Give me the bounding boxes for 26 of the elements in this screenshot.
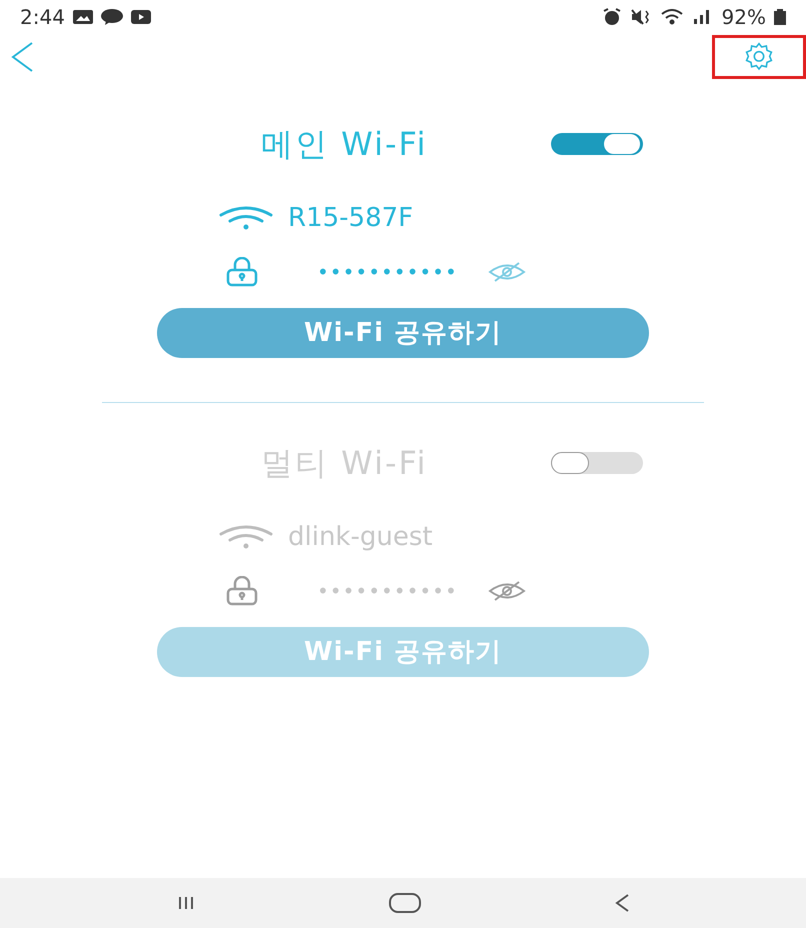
- hidden-eye-icon[interactable]: [487, 261, 527, 283]
- share-wifi-button[interactable]: Wi-Fi 공유하기: [157, 308, 649, 358]
- hidden-eye-icon[interactable]: [487, 580, 527, 602]
- wifi-status-icon: [660, 9, 684, 25]
- section-title: 메인 Wi-Fi: [261, 124, 429, 165]
- toggle-switch[interactable]: [551, 452, 643, 474]
- image-icon: [72, 10, 93, 24]
- battery-percent: 92%: [722, 4, 766, 31]
- lock-icon: [225, 576, 259, 606]
- wifi-icon: [218, 524, 274, 550]
- lock-icon: [225, 257, 259, 287]
- back-nav-icon[interactable]: [614, 893, 630, 913]
- password-value: •••••••••••: [317, 578, 459, 605]
- network-name: R15-587F: [288, 202, 414, 234]
- status-time: 2:44: [20, 4, 65, 31]
- play-icon: [130, 10, 151, 24]
- wifi-icon: [218, 205, 274, 231]
- settings-button[interactable]: [712, 35, 806, 79]
- chat-bubble-icon: [100, 9, 123, 25]
- alarm-icon: [602, 8, 622, 26]
- recent-apps-icon[interactable]: [176, 895, 196, 911]
- battery-icon: [774, 9, 786, 25]
- toggle-switch[interactable]: [551, 133, 643, 155]
- home-icon[interactable]: [388, 892, 422, 914]
- password-value: •••••••••••: [317, 259, 459, 286]
- share-wifi-button[interactable]: Wi-Fi 공유하기: [157, 627, 649, 677]
